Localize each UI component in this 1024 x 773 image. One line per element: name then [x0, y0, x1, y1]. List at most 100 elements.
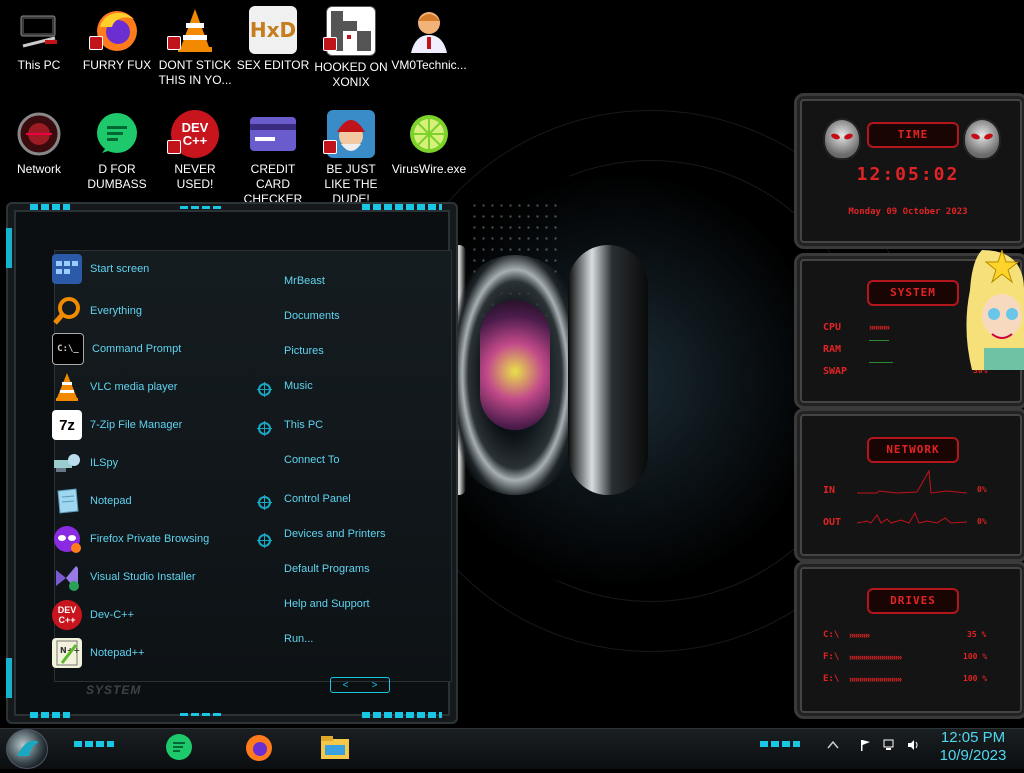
network-out-value: 0% [977, 517, 987, 526]
start-link-control-panel[interactable]: Control Panel [284, 493, 351, 505]
desktop-icon-label: HOOKED ON XONIX [314, 60, 388, 89]
vlc-cone-icon [167, 6, 219, 54]
shortcut-badge-icon [167, 36, 181, 50]
submenu-arrow-icon[interactable] [257, 533, 272, 548]
wallpaper-core [480, 300, 550, 430]
alien-head-icon [823, 118, 861, 160]
start-app-label: Command Prompt [92, 343, 182, 355]
start-app-devcpp[interactable]: DEV C++ Dev-C++ [52, 598, 252, 632]
desktop-icon-label: D FOR DUMBASS [87, 162, 147, 191]
network-out-label: OUT [823, 517, 842, 528]
widget-date: Monday 09 October 2023 [848, 207, 968, 217]
action-center-flag-icon[interactable] [858, 738, 872, 752]
start-app-vlc[interactable]: VLC media player [52, 370, 252, 404]
taskbar-app-file-explorer[interactable] [318, 731, 352, 765]
start-menu-system-label: SYSTEM [86, 683, 142, 697]
network-tray-icon[interactable] [882, 738, 896, 752]
start-link-default-programs[interactable]: Default Programs [284, 563, 370, 575]
desktop-icon-this-pc[interactable]: This PC [0, 6, 78, 73]
desktop-icon-label: VirusWire.exe [391, 162, 467, 176]
devcpp-icon: DEV C++ [52, 600, 82, 630]
taskbar-app-discord[interactable] [162, 731, 196, 765]
desktop-icon-vlc[interactable]: DONT STICK THIS IN YO... [156, 6, 234, 88]
start-app-cmd[interactable]: C:\_ Command Prompt [52, 332, 252, 366]
taskbar-accent [760, 741, 800, 747]
taskbar-app-firefox[interactable] [242, 731, 276, 765]
desktop-icon-devcpp[interactable]: DEV C++ NEVER USED! [156, 110, 234, 192]
start-link-mrbeast[interactable]: MrBeast [284, 275, 325, 287]
start-link-connect-to[interactable]: Connect To [284, 454, 339, 466]
wallpaper-pod [568, 245, 648, 495]
file-explorer-icon [321, 736, 349, 759]
swap-label: SWAP [823, 366, 848, 377]
widget-title: DRIVES [867, 588, 959, 614]
start-button[interactable] [6, 729, 48, 769]
shortcut-badge-icon [323, 140, 337, 154]
this-pc-icon [15, 6, 63, 54]
desktop-icon-label: FURRY FUX [82, 58, 152, 72]
start-link-music[interactable]: Music [284, 380, 313, 392]
xonix-icon [323, 6, 376, 56]
start-link-help-support[interactable]: Help and Support [284, 598, 370, 610]
start-link-run[interactable]: Run... [284, 633, 313, 645]
network-in-value: 0% [977, 485, 987, 494]
desktop-icon-vm0[interactable]: VM0Technic... [390, 6, 468, 73]
show-hidden-icon[interactable] [826, 738, 840, 752]
start-app-ilspy[interactable]: ILSpy [52, 446, 252, 480]
desktop-icon-hxd[interactable]: HxD SEX EDITOR [234, 6, 312, 73]
submenu-arrow-icon[interactable] [257, 382, 272, 397]
start-app-label: Visual Studio Installer [90, 571, 196, 583]
devcpp-icon: DEV C++ [167, 110, 219, 158]
desktop-icon-label: SEX EDITOR [236, 58, 310, 72]
cpu-label: CPU [823, 322, 842, 333]
drive-e-value: 100 % [963, 674, 988, 683]
taskbar-clock[interactable]: 12:05 PM 10/9/2023 [930, 729, 1016, 765]
lime-icon [405, 110, 453, 158]
desktop-icon-network[interactable]: Network [0, 110, 78, 177]
firefox-private-icon [52, 524, 82, 554]
start-app-7zip[interactable]: 7z 7-Zip File Manager [52, 408, 252, 442]
nav-prev-button[interactable]: < [343, 680, 349, 691]
frame-accent [30, 204, 70, 210]
scientist-icon [405, 6, 453, 54]
desktop-icon-credit-card[interactable]: CREDIT CARD CHECKER [234, 110, 312, 207]
swap-graph [869, 362, 893, 363]
shortcut-badge-icon [89, 36, 103, 50]
desktop-icon-label: Network [16, 162, 61, 176]
frame-accent [180, 713, 224, 716]
start-menu-nav[interactable]: < > [330, 677, 390, 693]
desktop-icon-dude[interactable]: BE JUST LIKE THE DUDE! [312, 110, 390, 207]
start-app-start-screen[interactable]: Start screen [52, 252, 252, 286]
desktop-icon-discord[interactable]: D FOR DUMBASS [78, 110, 156, 192]
submenu-arrow-icon[interactable] [257, 421, 272, 436]
hxd-icon: HxD [249, 6, 297, 54]
taskbar-time: 12:05 PM [940, 729, 1006, 746]
firefox-icon [89, 6, 141, 54]
start-link-devices-printers[interactable]: Devices and Printers [284, 528, 386, 540]
start-link-this-pc[interactable]: This PC [284, 419, 323, 431]
volume-icon[interactable] [906, 738, 920, 752]
start-app-firefox-private[interactable]: Firefox Private Browsing [52, 522, 252, 556]
drives-widget: DRIVES C:\ »»»»» 35 % F:\ »»»»»»»»»»»»» … [794, 561, 1024, 719]
widget-title: TIME [867, 122, 959, 148]
start-app-label: Dev-C++ [90, 609, 135, 621]
start-app-label: 7-Zip File Manager [90, 419, 183, 431]
nav-next-button[interactable]: > [372, 680, 378, 691]
start-app-vs-installer[interactable]: Visual Studio Installer [52, 560, 252, 594]
cmd-icon: C:\_ [52, 333, 84, 365]
desktop-icon-viruswire[interactable]: VirusWire.exe [390, 110, 468, 177]
start-app-label: Start screen [90, 263, 150, 275]
submenu-arrow-icon[interactable] [257, 495, 272, 510]
vs-installer-icon [52, 562, 82, 592]
network-in-label: IN [823, 485, 836, 496]
frame-accent [362, 712, 442, 718]
vlc-icon [52, 372, 82, 402]
desktop-icon-xonix[interactable]: HOOKED ON XONIX [312, 6, 390, 90]
start-app-notepadpp[interactable]: N++ Notepad++ [52, 636, 252, 670]
desktop-icon-firefox[interactable]: FURRY FUX [78, 6, 156, 73]
start-app-notepad[interactable]: Notepad [52, 484, 252, 518]
start-link-documents[interactable]: Documents [284, 310, 340, 322]
widget-title: NETWORK [867, 437, 959, 463]
start-link-pictures[interactable]: Pictures [284, 345, 324, 357]
start-app-everything[interactable]: Everything [52, 294, 252, 328]
